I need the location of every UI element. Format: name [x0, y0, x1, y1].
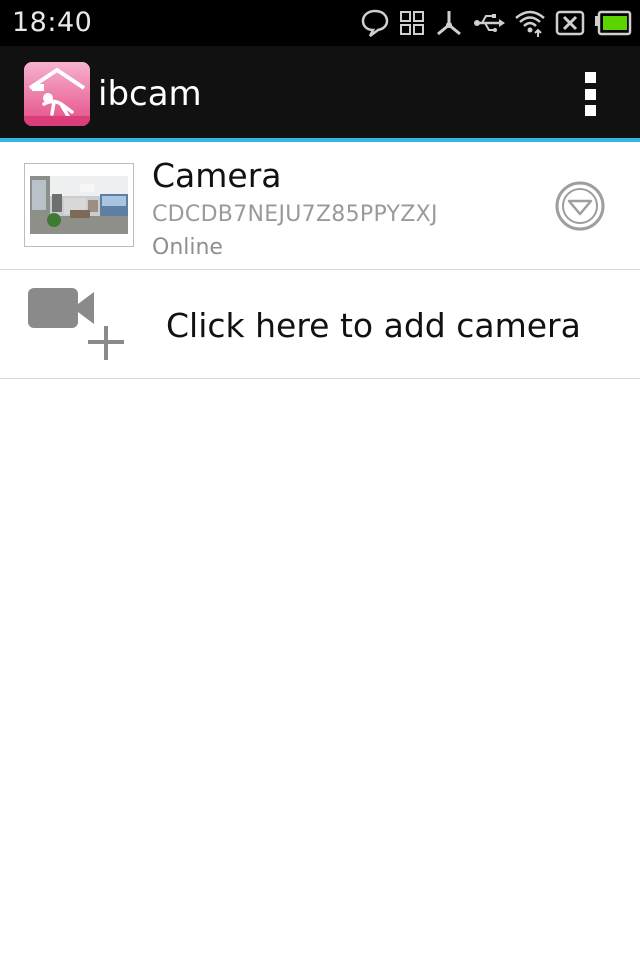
usb-debug-icon — [434, 8, 464, 38]
battery-icon — [594, 10, 632, 36]
ibcam-logo-icon[interactable] — [24, 62, 90, 126]
status-bar: 18:40 — [0, 0, 640, 46]
camera-preview-image — [30, 176, 128, 234]
wifi-icon — [514, 8, 546, 38]
action-bar: ibcam — [0, 46, 640, 142]
sim-missing-icon — [554, 9, 586, 37]
camera-thumbnail[interactable] — [24, 163, 134, 247]
status-icons — [360, 6, 632, 40]
chat-bubble-icon — [360, 8, 390, 38]
apps-grid-icon — [398, 9, 426, 37]
camera-list-item[interactable]: Camera CDCDB7NEJU7Z85PPYZXJ Online — [0, 142, 640, 270]
camera-id: CDCDB7NEJU7Z85PPYZXJ — [152, 202, 438, 227]
add-camera-item[interactable]: Click here to add camera — [0, 270, 640, 379]
status-time: 18:40 — [12, 7, 93, 38]
usb-icon — [472, 8, 506, 38]
expand-down-icon[interactable] — [554, 180, 606, 232]
add-video-camera-icon — [26, 286, 128, 362]
add-camera-label: Click here to add camera — [166, 306, 581, 345]
camera-status: Online — [152, 235, 223, 260]
camera-name: Camera — [152, 156, 282, 195]
overflow-menu-icon[interactable] — [580, 72, 600, 116]
app-title: ibcam — [98, 74, 202, 114]
